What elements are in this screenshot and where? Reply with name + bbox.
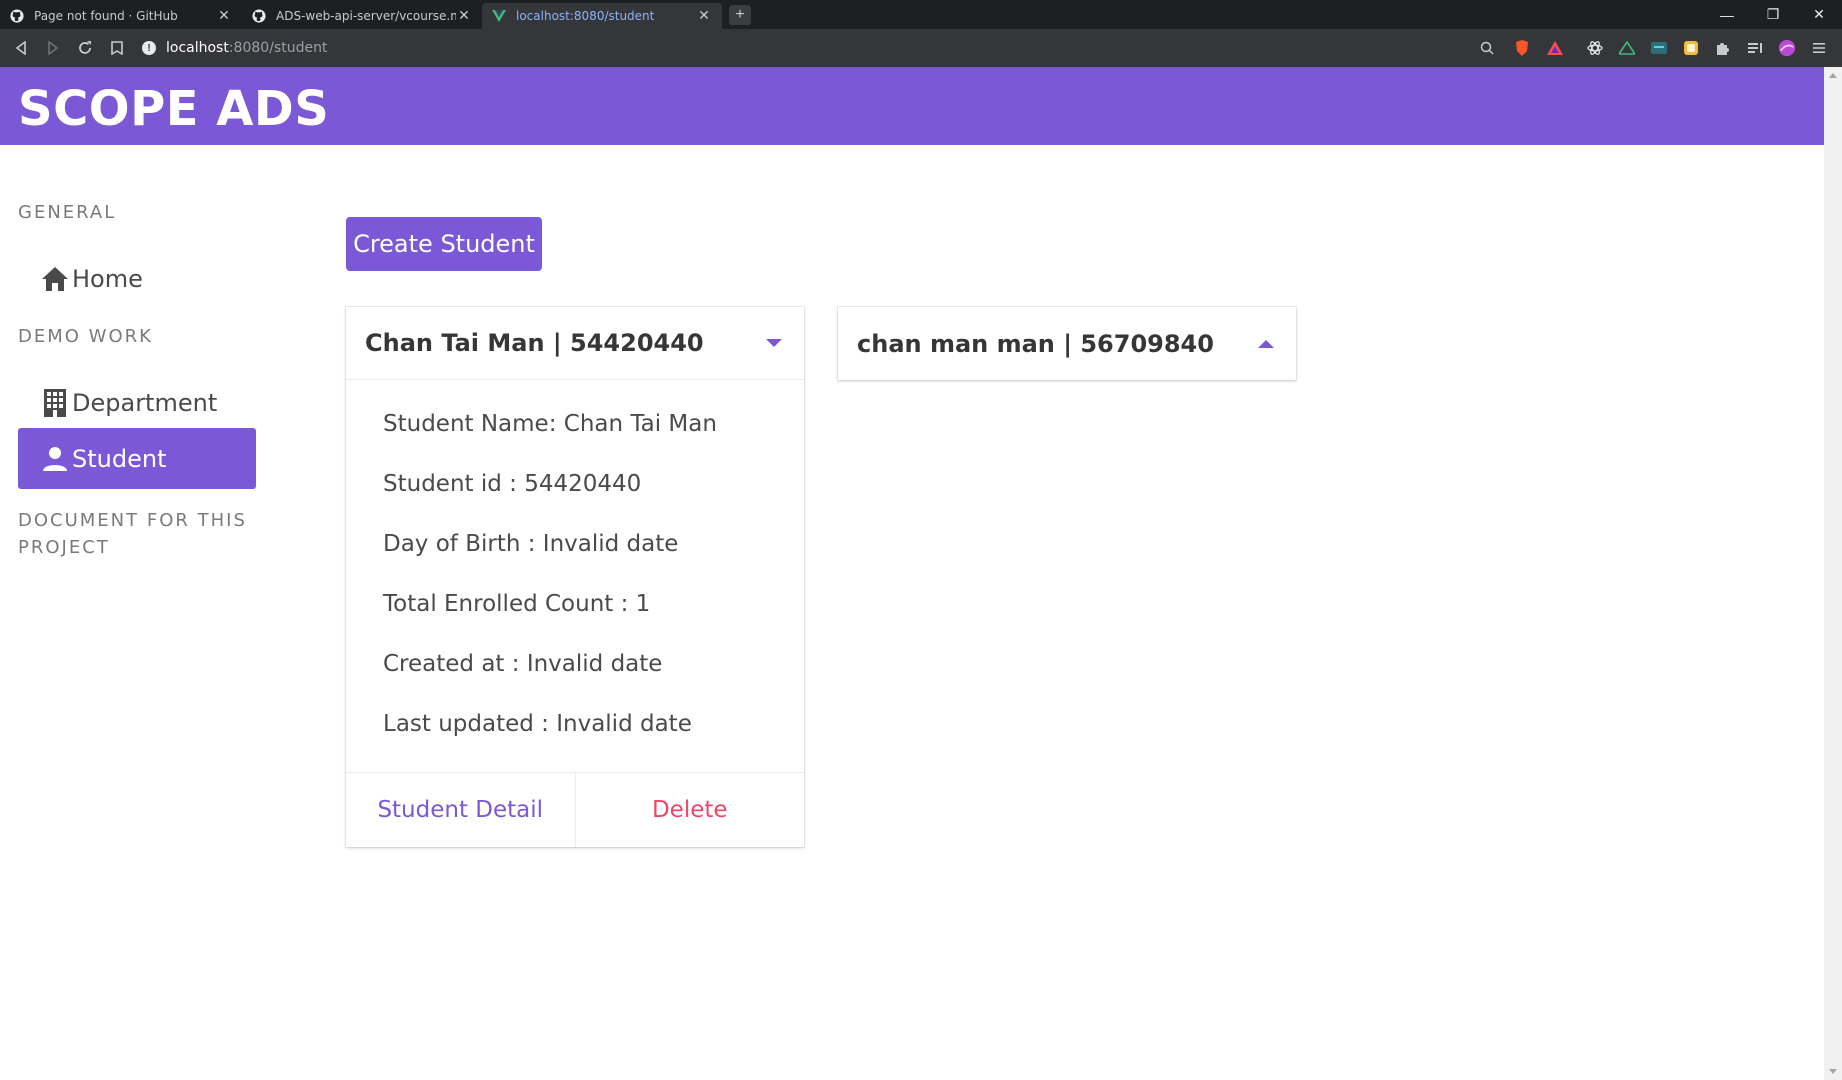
browser-address-bar: ! localhost:8080/student (0, 29, 1842, 67)
url-host: localhost (166, 40, 229, 56)
tab-close-icon[interactable]: ✕ (216, 8, 232, 24)
react-devtools-icon[interactable] (1586, 39, 1604, 57)
create-student-button[interactable]: Create Student (346, 217, 542, 271)
person-icon (40, 444, 70, 474)
scroll-down-icon[interactable] (1829, 1069, 1837, 1074)
github-icon (252, 9, 266, 23)
vue-devtools-icon[interactable] (1618, 39, 1636, 57)
student-id-text: Student id : 54420440 (383, 471, 642, 497)
new-tab-button[interactable]: + (729, 5, 751, 25)
forward-icon[interactable] (42, 37, 64, 59)
browser-tab-bar: Page not found · GitHub ✕ ADS-web-api-se… (0, 0, 1842, 29)
extension-icon[interactable] (1650, 39, 1668, 57)
menu-label-document-cont: PROJECT (18, 537, 110, 558)
tab-title: localhost:8080/student (516, 9, 655, 23)
minimize-button[interactable]: — (1704, 0, 1750, 29)
student-last-updated-text: Last updated : Invalid date (383, 711, 692, 737)
tab-localhost-student[interactable]: localhost:8080/student ✕ (482, 3, 722, 29)
app-header: SCOPE ADS (0, 67, 1824, 145)
url-path: :8080/student (228, 40, 328, 56)
github-icon (10, 9, 24, 23)
home-icon (40, 264, 70, 294)
student-dob-text: Day of Birth : Invalid date (383, 531, 679, 557)
extension-icon[interactable] (1682, 39, 1700, 57)
puzzle-icon[interactable] (1714, 39, 1732, 57)
bookmark-icon[interactable] (106, 37, 128, 59)
page-scrollbar[interactable] (1824, 67, 1842, 1080)
zoom-icon[interactable] (1478, 39, 1496, 57)
sidebar-item-label: Home (72, 264, 143, 293)
window-close-button[interactable]: ✕ (1796, 0, 1842, 29)
delete-link[interactable]: Delete (574, 773, 805, 847)
menu-icon[interactable] (1810, 39, 1828, 57)
student-name-text: Student Name: Chan Tai Man (383, 411, 717, 437)
tab-github-vcourse[interactable]: ADS-web-api-server/vcourse.md a ✕ (242, 3, 482, 29)
tab-close-icon[interactable]: ✕ (696, 8, 712, 24)
student-card-footer: Student Detail Delete (346, 772, 804, 847)
profile-avatar-icon[interactable] (1778, 39, 1796, 57)
student-card-title: Chan Tai Man | 54420440 (365, 329, 704, 357)
back-icon[interactable] (10, 37, 32, 59)
tab-title: Page not found · GitHub (34, 9, 178, 23)
tab-github-not-found[interactable]: Page not found · GitHub ✕ (0, 3, 242, 29)
menu-label-demo-work: DEMO WORK (18, 326, 153, 347)
student-card-content: Student Name: Chan Tai Man Student id : … (346, 380, 804, 772)
url-field[interactable]: ! localhost:8080/student (142, 35, 1482, 61)
caret-up-icon[interactable] (1258, 339, 1274, 348)
menu-label-document: DOCUMENT FOR THIS (18, 510, 247, 531)
student-card-header[interactable]: Chan Tai Man | 54420440 (346, 307, 804, 380)
sidebar-item-home[interactable]: Home (18, 248, 256, 309)
student-created-at-text: Created at : Invalid date (383, 651, 663, 677)
site-info-icon[interactable]: ! (142, 41, 156, 55)
caret-down-icon[interactable] (766, 339, 782, 347)
sidebar-item-student[interactable]: Student (18, 428, 256, 489)
brave-rewards-icon[interactable] (1546, 39, 1564, 57)
tab-close-icon[interactable]: ✕ (456, 8, 472, 24)
scroll-up-icon[interactable] (1829, 73, 1837, 78)
building-icon (40, 388, 70, 418)
student-card-title: chan man man | 56709840 (857, 329, 1214, 358)
student-card-header[interactable]: chan man man | 56709840 (838, 307, 1296, 380)
tab-title: ADS-web-api-server/vcourse.md a (276, 9, 456, 23)
menu-label-general: GENERAL (18, 202, 117, 223)
sidebar-item-label: Student (72, 444, 167, 473)
student-detail-link[interactable]: Student Detail (346, 773, 575, 847)
student-card: Chan Tai Man | 54420440 Student Name: Ch… (346, 307, 804, 847)
sidebar-item-label: Department (72, 388, 218, 417)
sidebar-item-department[interactable]: Department (18, 372, 256, 433)
restore-button[interactable]: ❐ (1750, 0, 1796, 29)
student-enrolled-count-text: Total Enrolled Count : 1 (383, 591, 651, 617)
reading-list-icon[interactable] (1746, 39, 1764, 57)
student-card: chan man man | 56709840 (838, 307, 1296, 380)
reload-icon[interactable] (74, 37, 96, 59)
vue-icon (492, 9, 506, 23)
brave-shield-icon[interactable] (1513, 39, 1531, 57)
app-title[interactable]: SCOPE ADS (18, 81, 329, 137)
